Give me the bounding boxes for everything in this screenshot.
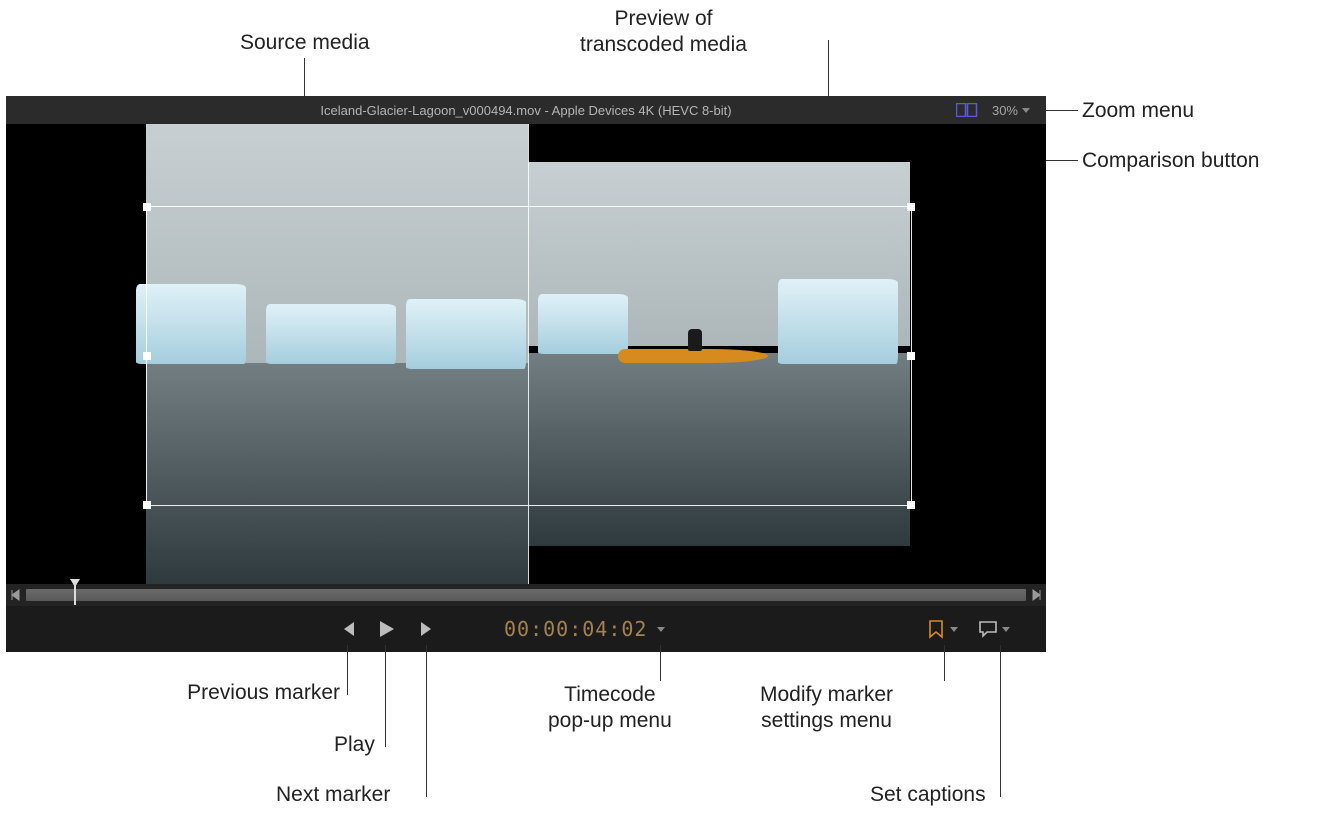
out-point-icon[interactable] [1030, 588, 1042, 602]
timecode-popup[interactable]: 00:00:04:02 [504, 617, 665, 641]
viewer-filename: Iceland-Glacier-Lagoon_v000494.mov - App… [320, 103, 731, 118]
play-button[interactable] [376, 619, 396, 639]
comparison-button[interactable] [956, 103, 978, 117]
label-zoom-menu: Zoom menu [1082, 98, 1194, 124]
bookmark-icon [926, 619, 946, 639]
label-source-media: Source media [240, 30, 370, 56]
connector [944, 645, 945, 681]
connector [426, 645, 427, 797]
label-timecode-popup: Timecode pop-up menu [548, 682, 672, 735]
caption-icon [978, 620, 998, 638]
label-previous-marker: Previous marker [158, 680, 340, 706]
preview-viewer: Iceland-Glacier-Lagoon_v000494.mov - App… [6, 96, 1046, 652]
next-marker-button[interactable] [419, 620, 437, 638]
label-play: Play [334, 732, 375, 758]
preview-stage[interactable] [6, 124, 1046, 584]
transport-bar: 00:00:04:02 [6, 606, 1046, 652]
transcoded-media-pane [528, 124, 910, 584]
previous-marker-button[interactable] [338, 620, 356, 638]
playhead[interactable] [74, 585, 76, 605]
label-set-captions: Set captions [870, 782, 986, 808]
connector [347, 645, 348, 695]
chevron-down-icon [950, 627, 958, 632]
label-next-marker: Next marker [276, 782, 390, 808]
chevron-down-icon [657, 627, 665, 632]
in-point-icon[interactable] [10, 588, 22, 602]
timecode-value: 00:00:04:02 [504, 617, 647, 641]
chevron-down-icon [1022, 108, 1030, 113]
label-modify-marker: Modify marker settings menu [760, 682, 893, 735]
source-media-pane [146, 124, 528, 584]
zoom-menu[interactable]: 30% [992, 103, 1030, 118]
scrubber-track[interactable] [26, 589, 1026, 601]
viewer-titlebar: Iceland-Glacier-Lagoon_v000494.mov - App… [6, 96, 1046, 124]
comparison-divider[interactable] [528, 124, 529, 584]
label-preview-transcoded: Preview of transcoded media [580, 6, 747, 59]
set-captions-menu[interactable] [978, 620, 1010, 638]
connector [660, 645, 661, 681]
connector [385, 645, 386, 747]
zoom-value: 30% [992, 103, 1018, 118]
chevron-down-icon [1002, 627, 1010, 632]
modify-marker-menu[interactable] [926, 619, 958, 639]
label-comparison-button: Comparison button [1082, 148, 1259, 174]
scrubber-row [6, 584, 1046, 606]
connector [1000, 645, 1001, 797]
